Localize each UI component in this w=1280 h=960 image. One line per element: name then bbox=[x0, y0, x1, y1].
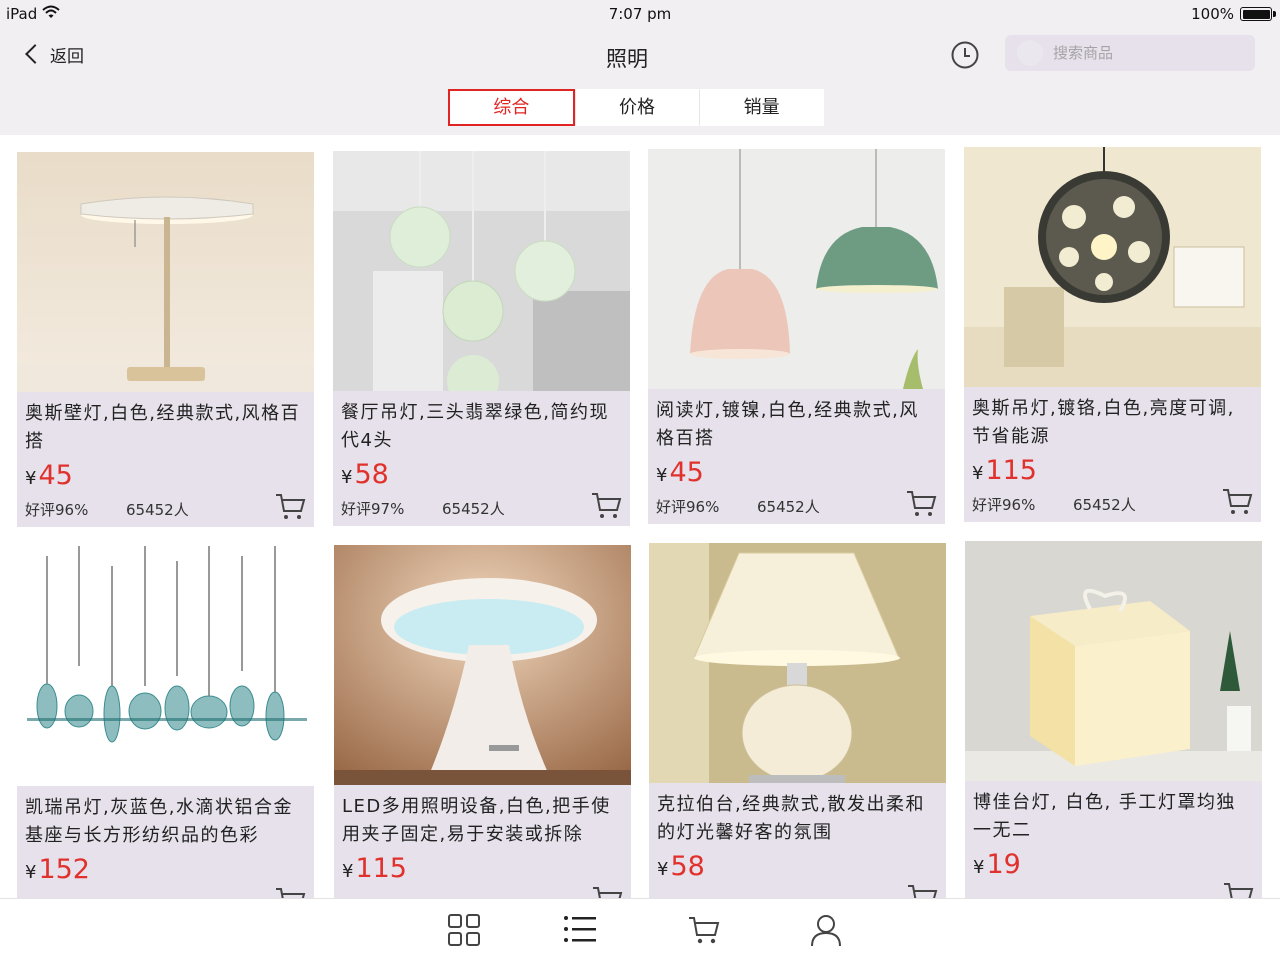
search-icon bbox=[1017, 40, 1043, 66]
currency-symbol: ¥ bbox=[25, 468, 37, 489]
price-value: 115 bbox=[985, 455, 1037, 486]
price-value: 58 bbox=[354, 459, 389, 490]
battery-icon bbox=[1240, 7, 1276, 21]
bottom-nav bbox=[0, 898, 1280, 960]
product-name: 克拉伯台,经典款式,散发出柔和的灯光馨好客的氛围 bbox=[657, 794, 925, 843]
product-name: 阅读灯,镀镍,白色,经典款式,风格百搭 bbox=[656, 400, 919, 449]
add-to-cart-icon[interactable] bbox=[274, 492, 306, 522]
add-to-cart-icon[interactable] bbox=[905, 489, 937, 519]
product-image-dome-pendants bbox=[648, 149, 945, 389]
currency-symbol: ¥ bbox=[657, 859, 669, 880]
product-buyers: 65452人 bbox=[1073, 496, 1136, 514]
sort-tabs: 综合 价格 销量 bbox=[448, 89, 825, 126]
product-price: ¥ 115 bbox=[972, 455, 1037, 487]
product-card[interactable]: 奥斯吊灯,镀铬,白色,亮度可调,节省能源 ¥ 115 好评96% 65452人 bbox=[964, 147, 1261, 522]
grid-icon[interactable] bbox=[447, 913, 481, 947]
battery-percent: 100% bbox=[1191, 5, 1234, 23]
add-to-cart-icon[interactable] bbox=[591, 885, 623, 898]
product-name: 凯瑞吊灯,灰蓝色,水滴状铝合金基座与长方形纺织品的色彩 bbox=[25, 797, 293, 846]
search-box[interactable] bbox=[1005, 35, 1255, 71]
product-grid: 奥斯壁灯,白色,经典款式,风格百搭 ¥ 45 好评96% 65452人 餐厅吊灯… bbox=[0, 135, 1280, 898]
product-name: 奥斯吊灯,镀铬,白色,亮度可调,节省能源 bbox=[972, 398, 1235, 447]
product-price: ¥ 152 bbox=[25, 854, 90, 886]
list-icon[interactable] bbox=[563, 913, 597, 947]
cart-icon[interactable] bbox=[687, 913, 721, 947]
status-time: 7:07 pm bbox=[608, 5, 672, 23]
product-rating: 好评97% bbox=[341, 500, 405, 518]
product-name: LED多用照明设备,白色,把手使用夹子固定,易于安装或拆除 bbox=[342, 796, 611, 845]
currency-symbol: ¥ bbox=[972, 463, 984, 484]
product-name: 博佳台灯, 白色, 手工灯罩均独一无二 bbox=[973, 792, 1236, 841]
add-to-cart-icon[interactable] bbox=[1222, 881, 1254, 898]
price-value: 58 bbox=[670, 851, 705, 882]
price-value: 45 bbox=[38, 460, 73, 491]
product-price: ¥ 58 bbox=[657, 851, 705, 883]
history-clock-icon[interactable] bbox=[950, 40, 980, 70]
tab-price[interactable]: 价格 bbox=[574, 89, 700, 126]
currency-symbol: ¥ bbox=[656, 465, 668, 486]
product-rating: 好评96% bbox=[25, 501, 89, 519]
add-to-cart-icon[interactable] bbox=[1221, 487, 1253, 517]
product-image-pendant-lamps bbox=[333, 151, 630, 391]
price-value: 19 bbox=[986, 849, 1021, 880]
product-image-mushroom-lamp bbox=[334, 545, 631, 785]
product-price: ¥ 19 bbox=[973, 849, 1021, 881]
user-icon[interactable] bbox=[809, 913, 843, 947]
product-buyers: 65452人 bbox=[442, 500, 505, 518]
product-image-droplet-pendants bbox=[17, 546, 314, 786]
add-to-cart-icon[interactable] bbox=[274, 886, 306, 898]
currency-symbol: ¥ bbox=[342, 861, 354, 882]
product-price: ¥ 45 bbox=[25, 460, 73, 492]
product-price: ¥ 58 bbox=[341, 459, 389, 491]
product-buyers: 65452人 bbox=[126, 501, 189, 519]
currency-symbol: ¥ bbox=[973, 857, 985, 878]
product-card[interactable]: 凯瑞吊灯,灰蓝色,水滴状铝合金基座与长方形纺织品的色彩 ¥ 152 bbox=[17, 546, 314, 898]
product-rating: 好评96% bbox=[656, 498, 720, 516]
product-name: 奥斯壁灯,白色,经典款式,风格百搭 bbox=[25, 403, 301, 452]
currency-symbol: ¥ bbox=[25, 862, 37, 883]
product-price: ¥ 45 bbox=[656, 457, 704, 489]
product-card[interactable]: 餐厅吊灯,三头翡翠绿色,简约现代4头 ¥ 58 好评97% 65452人 bbox=[333, 151, 630, 526]
price-value: 152 bbox=[38, 854, 90, 885]
product-card[interactable]: 克拉伯台,经典款式,散发出柔和的灯光馨好客的氛围 ¥ 58 bbox=[649, 543, 946, 898]
product-price: ¥ 115 bbox=[342, 853, 407, 885]
price-value: 45 bbox=[669, 457, 704, 488]
add-to-cart-icon[interactable] bbox=[906, 883, 938, 898]
status-bar: iPad 7:07 pm 100% bbox=[0, 0, 1280, 28]
top-bar: iPad 7:07 pm 100% 返回 照明 综合 价格 销量 bbox=[0, 0, 1280, 135]
currency-symbol: ¥ bbox=[341, 467, 353, 488]
product-image-table-lamp bbox=[17, 152, 314, 392]
product-image-crystal-lamp bbox=[649, 543, 946, 783]
product-card[interactable]: 阅读灯,镀镍,白色,经典款式,风格百搭 ¥ 45 好评96% 65452人 bbox=[648, 149, 945, 524]
product-name: 餐厅吊灯,三头翡翠绿色,简约现代4头 bbox=[341, 402, 609, 451]
product-rating: 好评96% bbox=[972, 496, 1036, 514]
product-buyers: 65452人 bbox=[757, 498, 820, 516]
price-value: 115 bbox=[355, 853, 407, 884]
tab-comprehensive[interactable]: 综合 bbox=[448, 89, 575, 126]
add-to-cart-icon[interactable] bbox=[590, 491, 622, 521]
product-image-ball-pendant bbox=[964, 147, 1261, 387]
search-input[interactable] bbox=[1053, 44, 1233, 62]
product-card[interactable]: 博佳台灯, 白色, 手工灯罩均独一无二 ¥ 19 bbox=[965, 541, 1262, 898]
product-card[interactable]: 奥斯壁灯,白色,经典款式,风格百搭 ¥ 45 好评96% 65452人 bbox=[17, 152, 314, 527]
product-card[interactable]: LED多用照明设备,白色,把手使用夹子固定,易于安装或拆除 ¥ 115 bbox=[334, 545, 631, 898]
product-image-paper-box-lamp bbox=[965, 541, 1262, 781]
tab-sales[interactable]: 销量 bbox=[699, 89, 825, 126]
